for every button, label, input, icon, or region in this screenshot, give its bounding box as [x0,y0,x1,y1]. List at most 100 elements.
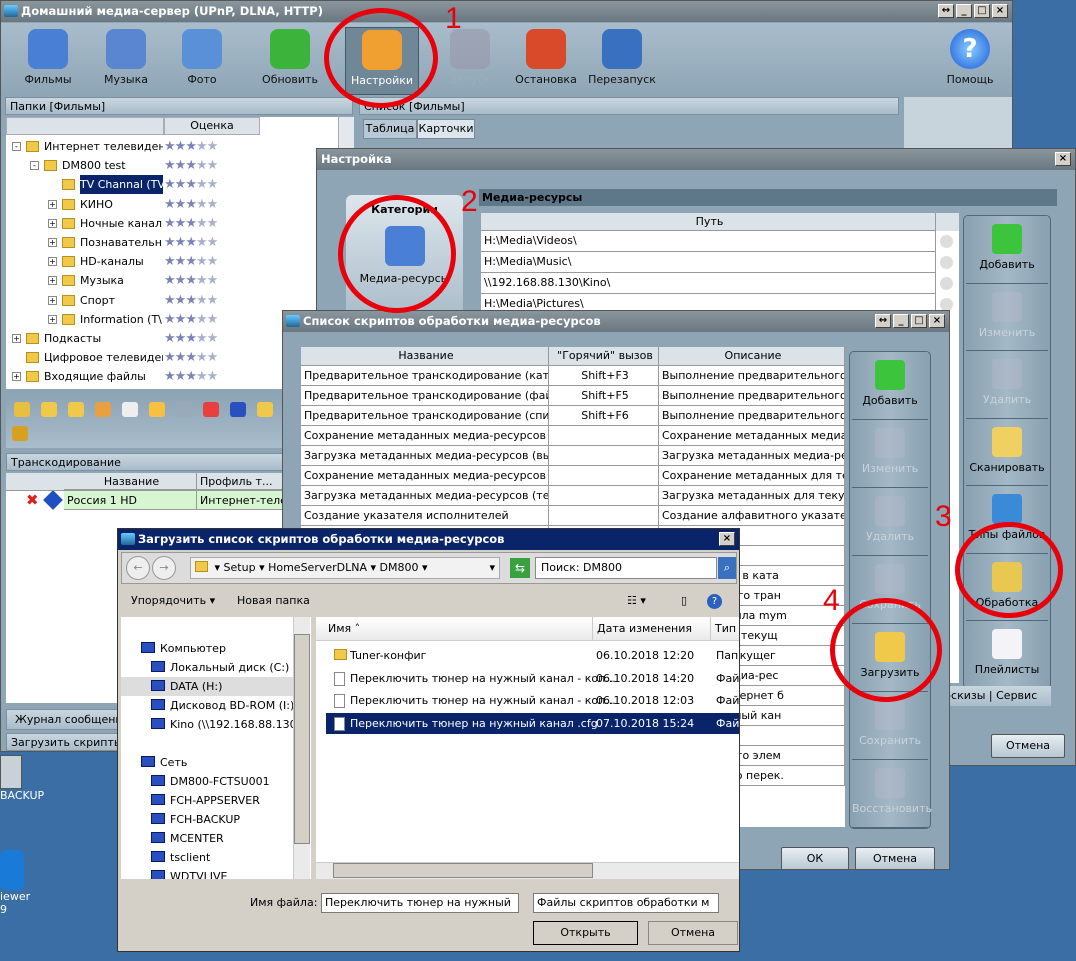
column-header-path[interactable]: Путь [481,213,936,231]
tree-item[interactable]: + Спорт ★★★★★ [6,291,336,310]
rating-stars[interactable]: ★★★★★ [164,310,218,329]
rating-stars[interactable]: ★★★★★ [164,156,218,175]
nav-item[interactable]: MCENTER [121,829,296,848]
view-options-icon[interactable]: ☷ ▾ [627,589,646,613]
new-folder-button[interactable]: Новая папка [237,589,310,613]
nav-item[interactable]: Компьютер [121,639,296,658]
preview-pane-icon[interactable]: ▯ [681,589,687,613]
add-folder-icon[interactable] [14,402,30,417]
rating-stars[interactable]: ★★★★★ [164,175,218,194]
edit-folder-icon[interactable] [68,402,84,417]
script-row[interactable]: Загрузка метаданных медиа-ресурсов (выде… [301,446,845,466]
script-row[interactable]: Сохранение метаданных медиа-ресурсов (те… [301,466,845,486]
file-row[interactable]: Переключить тюнер на нужный канал - коп.… [326,690,739,711]
history-dropdown[interactable]: ▾ [489,558,495,578]
side-button-сохранить[interactable]: Сохранить [852,692,928,760]
scripts-cancel-button[interactable]: Отмена [855,847,935,869]
maximize-button[interactable]: □ [974,4,990,18]
back-button[interactable]: ← [126,556,150,580]
nav-item[interactable]: tsclient [121,848,296,867]
rating-stars[interactable]: ★★★★★ [164,214,218,233]
nav-item[interactable]: WDTVLIVE [121,867,296,879]
side-button-изменить[interactable]: Изменить [852,420,928,488]
nav-item[interactable] [121,734,296,753]
add-subfolder-icon[interactable] [41,402,57,417]
toolbar-button-7[interactable]: Перезапуск [585,27,659,95]
tab-service[interactable]: Сервис [996,689,1037,702]
refresh-button[interactable]: ⇆ [510,558,530,578]
tab-thumbnails[interactable]: эскизы [945,689,985,702]
delete-icon[interactable]: ✖ [26,491,39,509]
palm-icon[interactable] [12,426,28,441]
nav-item[interactable]: FCH-APPSERVER [121,791,296,810]
script-row[interactable]: Сохранение метаданных медиа-ресурсов (вы… [301,426,845,446]
nav-item[interactable]: Дисковод BD-ROM (I:) G [121,696,296,715]
column-header[interactable]: Описание [659,347,845,366]
rating-stars[interactable]: ★★★★★ [164,271,218,290]
side-button-сканировать[interactable]: Сканировать [966,418,1048,486]
column-header-type[interactable]: Тип [710,617,739,640]
script-row[interactable]: Загрузка метаданных медиа-ресурсов (теку… [301,486,845,506]
tree-item[interactable]: + Музыка ★★★★★ [6,271,336,290]
collapse-icon[interactable]: - [30,161,39,171]
column-header[interactable]: "Горячий" вызов [549,347,659,366]
nav-item[interactable]: Kino (\\192.168.88.130) ( [121,715,296,734]
column-header-name[interactable]: Имя ˄ [328,617,588,640]
filename-input[interactable]: Переключить тюнер на нужный [321,893,519,913]
toolbar-button-3[interactable]: Обновить [253,27,327,95]
nav-item[interactable]: DATA (H:) [121,677,296,696]
expand-icon[interactable]: + [48,257,57,267]
delete-folder-icon[interactable] [95,402,111,417]
help-icon[interactable]: ? [707,594,722,609]
path-row[interactable]: H:\Media\Videos\ [481,231,959,252]
load-folder-icon[interactable] [257,402,273,417]
file-type-select[interactable]: Файлы скриптов обработки м [533,893,719,913]
tree-item[interactable]: TV Channal (TV ★★★★★ [6,175,336,195]
close-button[interactable]: × [719,532,735,546]
column-header[interactable]: Название [301,347,549,366]
expand-icon[interactable]: + [48,218,57,228]
expand-icon[interactable]: + [48,276,57,286]
rating-stars[interactable]: ★★★★★ [164,252,218,271]
scripts-ok-button[interactable]: ОК [781,847,849,869]
file-row[interactable]: Tuner-конфиг 06.10.2018 12:20 Пап [326,645,739,666]
path-row[interactable]: \\192.168.88.130\Kino\ [481,273,959,294]
side-button-восстановить[interactable]: Восстановить [852,760,932,828]
horizontal-scrollbar[interactable] [316,862,739,879]
rating-stars[interactable]: ★★★★★ [164,291,218,310]
rating-stars[interactable]: ★★★★★ [164,329,218,348]
forward-button[interactable]: → [152,556,176,580]
minimize-button[interactable]: _ [893,314,909,328]
rating-stars[interactable]: ★★★★★ [164,195,218,214]
breadcrumb-item[interactable]: ▾ Setup [215,561,256,574]
tab-cards[interactable]: Карточки [417,119,475,139]
nav-scrollbar[interactable] [293,617,310,879]
lifebuoy-icon[interactable] [203,402,219,417]
settings-cancel-button[interactable]: Отмена [991,734,1065,758]
rating-column-header[interactable]: Оценка [164,117,260,135]
rating-stars[interactable]: ★★★★★ [164,348,218,367]
restore-icon[interactable]: ↔ [938,4,954,18]
script-row[interactable]: Создание указателя исполнителей Создание … [301,506,845,526]
rating-stars[interactable]: ★★★★★ [164,137,218,156]
rating-stars[interactable]: ★★★★★ [164,233,218,252]
expand-icon[interactable]: + [12,334,21,343]
nav-item[interactable]: FCH-BACKUP [121,810,296,829]
collapse-icon[interactable]: - [12,142,21,151]
breadcrumb-item[interactable]: ▾ DM800 ▾ [371,561,428,574]
toolbar-button-6[interactable]: Остановка [509,27,583,95]
toolbar-button-5[interactable]: Запуск [433,27,507,95]
script-row[interactable]: Предварительное транскодирование (катало… [301,366,845,386]
toolbar-button-2[interactable]: Фото [165,27,239,95]
expand-icon[interactable]: + [48,295,57,305]
close-button[interactable]: × [992,4,1008,18]
tree-item[interactable]: + КИНО ★★★★★ [6,195,336,214]
info-icon[interactable] [43,491,63,510]
cloud-folder-icon[interactable] [122,402,138,417]
help-button[interactable]: ? Помощь [933,27,1007,95]
maximize-button[interactable]: □ [911,314,927,328]
cancel-button[interactable]: Отмена [648,921,738,945]
breadcrumb-item[interactable]: ▾ HomeServerDLNA [259,561,367,574]
search-icon[interactable]: ⌕ [718,557,736,579]
open-button[interactable]: Открыть [533,921,638,945]
